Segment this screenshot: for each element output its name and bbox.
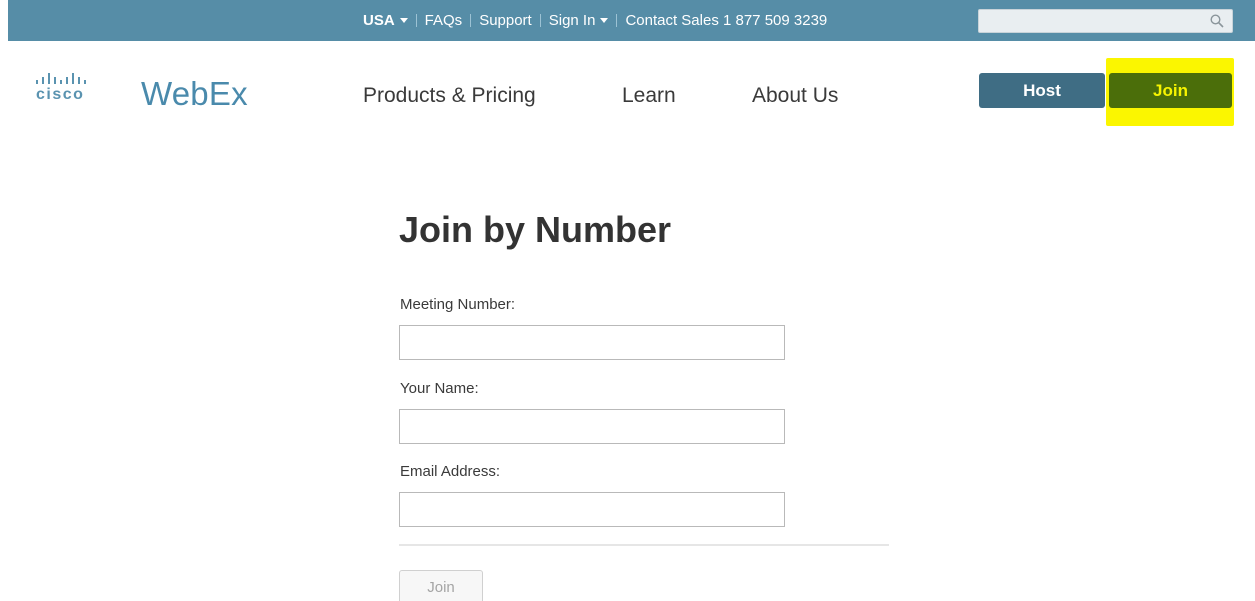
cisco-wordmark: cisco	[36, 86, 85, 103]
support-link[interactable]: Support	[479, 12, 532, 29]
email-address-label: Email Address:	[400, 463, 501, 480]
country-label: USA	[363, 12, 395, 29]
divider	[470, 14, 472, 27]
join-button[interactable]: Join	[1109, 73, 1232, 108]
divider	[415, 14, 417, 27]
contact-sales-link[interactable]: Contact Sales 1 877 509 3239	[625, 12, 827, 29]
divider	[539, 14, 541, 27]
cisco-bars-icon	[36, 73, 86, 84]
country-selector[interactable]: USA	[363, 12, 408, 29]
webex-brand[interactable]: WebEx	[141, 75, 248, 113]
meeting-number-label: Meeting Number:	[400, 296, 516, 313]
nav-about-us[interactable]: About Us	[752, 84, 838, 108]
join-submit-button[interactable]: Join	[399, 570, 483, 601]
search-icon[interactable]	[1210, 14, 1224, 28]
page-title: Join by Number	[399, 209, 672, 250]
form-divider	[399, 544, 889, 546]
utility-links: USA FAQs Support Sign In Contact Sales 1…	[363, 0, 827, 41]
search-input[interactable]	[979, 10, 1232, 32]
nav-products-pricing[interactable]: Products & Pricing	[363, 84, 536, 108]
your-name-label: Your Name:	[400, 380, 479, 397]
sign-in-dropdown[interactable]: Sign In	[549, 12, 609, 29]
chevron-down-icon	[399, 18, 408, 23]
sign-in-label: Sign In	[548, 12, 596, 29]
cisco-logo[interactable]: cisco	[36, 72, 118, 108]
email-address-input[interactable]	[399, 492, 785, 527]
chevron-down-icon	[600, 18, 609, 23]
your-name-input[interactable]	[399, 409, 785, 444]
host-button[interactable]: Host	[979, 73, 1105, 108]
divider	[616, 14, 618, 27]
faqs-link[interactable]: FAQs	[425, 12, 463, 29]
nav-learn[interactable]: Learn	[622, 84, 676, 108]
search-box	[978, 9, 1233, 33]
meeting-number-input[interactable]	[399, 325, 785, 360]
